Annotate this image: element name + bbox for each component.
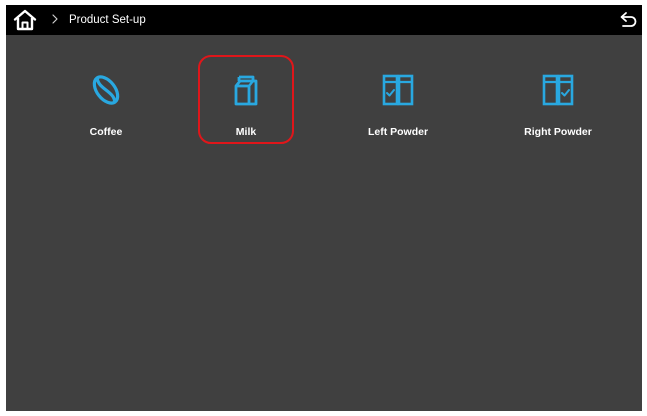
product-label-right-powder: Right Powder [524, 126, 592, 138]
back-arrow-icon [620, 12, 637, 27]
chevron-right-icon [52, 14, 58, 24]
product-tile-right-powder[interactable]: Right Powder [503, 73, 613, 143]
product-tile-milk[interactable]: Milk [191, 73, 301, 143]
product-tile-left-powder[interactable]: Left Powder [343, 73, 453, 143]
product-tile-coffee[interactable]: Coffee [51, 73, 161, 143]
right-powder-container-icon [542, 74, 574, 106]
product-label-coffee: Coffee [89, 126, 123, 138]
top-bar: Product Set-up [6, 5, 642, 35]
home-icon [13, 9, 37, 31]
product-label-left-powder: Left Powder [367, 126, 429, 138]
product-label-milk: Milk [235, 126, 257, 138]
product-setup-screen: Product Set-up Coffee Milk Left Powder R… [6, 5, 642, 411]
coffee-bean-icon [92, 75, 120, 105]
home-button[interactable] [13, 9, 37, 31]
milk-carton-icon [234, 75, 258, 106]
left-powder-container-icon [382, 74, 414, 106]
back-button[interactable] [618, 11, 638, 29]
breadcrumb: Product Set-up [69, 14, 146, 26]
